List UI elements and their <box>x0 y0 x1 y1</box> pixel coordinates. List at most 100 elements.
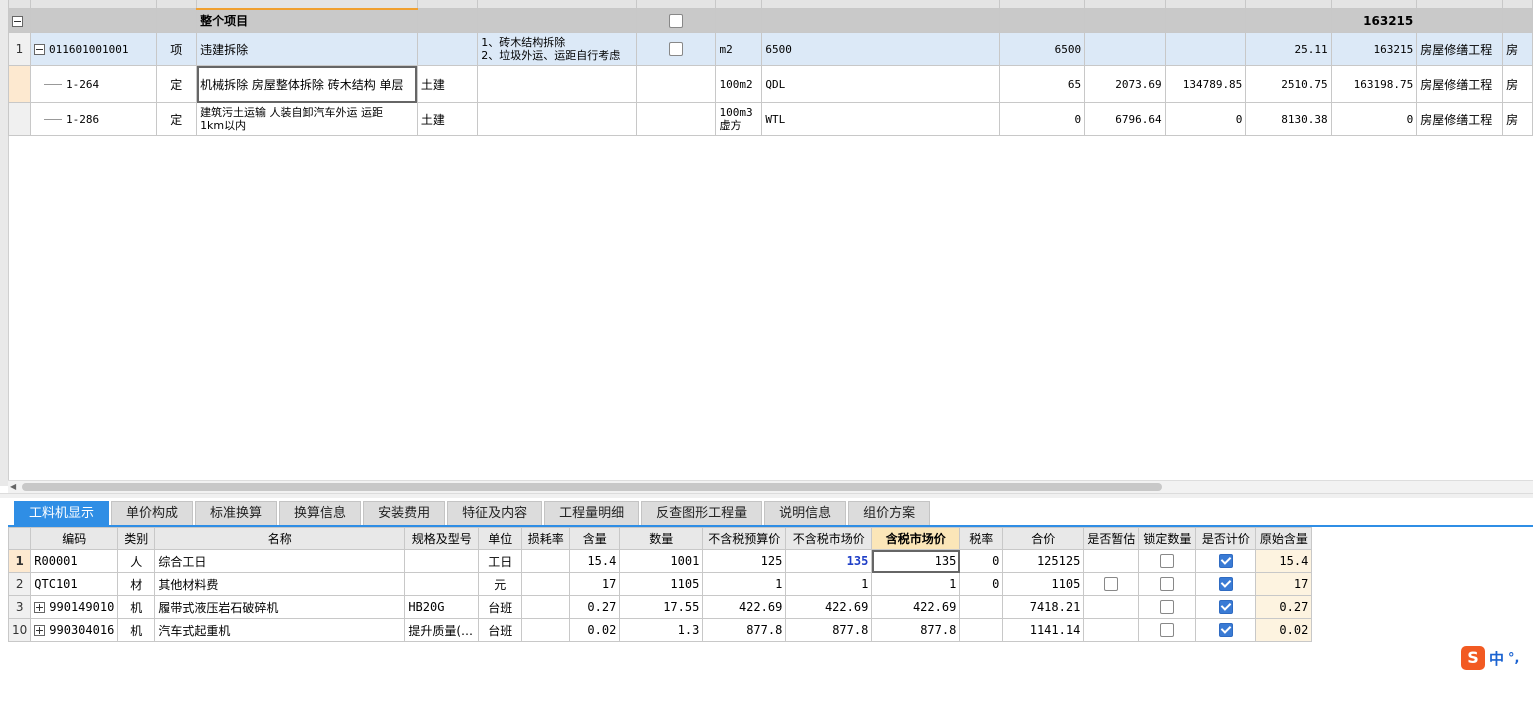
resource-market-tax[interactable]: 877.8 <box>871 618 961 642</box>
checkbox[interactable] <box>669 13 684 28</box>
col-header-total[interactable]: 合价 <box>1002 527 1085 550</box>
scroll-left-icon[interactable]: ◀ <box>10 482 16 491</box>
priced-checkbox[interactable] <box>1218 577 1233 592</box>
tab-labor-material-machine[interactable]: 工料机显示 <box>14 501 110 525</box>
resource-category[interactable]: 机 <box>117 595 156 619</box>
resource-name[interactable]: 履带式液压岩石破碎机 <box>154 595 406 619</box>
table-row[interactable]: 1 011601001001 项 违建拆除 1、砖木结构拆除 2、垃圾外运、运距自… <box>8 32 1533 66</box>
resource-market[interactable]: 135 <box>785 549 873 573</box>
resource-content[interactable]: 0.27 <box>569 595 621 619</box>
collapse-icon[interactable] <box>34 44 45 55</box>
resource-qty[interactable]: 1.3 <box>619 618 704 642</box>
lock-quantity-checkbox[interactable] <box>1160 600 1175 615</box>
expand-icon[interactable] <box>34 625 46 636</box>
col-header-budget[interactable]: 不含税预算价 <box>702 527 787 550</box>
col-header-qty[interactable]: 数量 <box>619 527 704 550</box>
item-expr[interactable]: WTL <box>761 102 1001 136</box>
col-header-market-tax[interactable]: 含税市场价 <box>871 527 961 550</box>
col-header-loss[interactable]: 损耗率 <box>521 527 571 550</box>
table-row[interactable]: 1-264 定 机械拆除 房屋整体拆除 砖木结构 单层 土建 100m2 QDL… <box>8 65 1533 103</box>
priced-checkbox[interactable] <box>1218 600 1233 615</box>
col-header-content[interactable]: 含量 <box>569 527 621 550</box>
col-header-original[interactable]: 原始含量 <box>1255 527 1313 550</box>
col-header-rate[interactable]: 税率 <box>959 527 1004 550</box>
col-header-estimate[interactable]: 是否暂估 <box>1083 527 1140 550</box>
col-header-locked[interactable]: 锁定数量 <box>1138 527 1197 550</box>
resource-code[interactable]: QTC101 <box>30 572 119 596</box>
item-unit[interactable]: 100m2 <box>715 65 763 103</box>
item-unit[interactable]: m2 <box>715 32 763 66</box>
resource-rate[interactable]: 0 <box>959 572 1004 596</box>
resource-market-tax[interactable]: 1 <box>871 572 961 596</box>
item-qty[interactable]: 65 <box>999 65 1086 103</box>
resource-rate[interactable] <box>959 595 1004 619</box>
item-name[interactable]: 建筑污土运输 人装自卸汽车外运 运距 1km以内 <box>196 102 418 136</box>
item-qty[interactable]: 6500 <box>999 32 1086 66</box>
resource-unit[interactable]: 工日 <box>478 549 523 573</box>
item-major[interactable]: 土建 <box>416 102 479 136</box>
item-name[interactable]: 违建拆除 <box>196 32 418 66</box>
col-header-category[interactable]: 类别 <box>117 527 156 550</box>
ime-language-toggle[interactable]: 中 <box>1489 648 1504 669</box>
item-category[interactable]: 房屋修缮工程 <box>1416 32 1504 66</box>
tab-quantity-detail[interactable]: 工程量明细 <box>544 501 640 525</box>
resource-name[interactable]: 其他材料费 <box>154 572 406 596</box>
col-header-priced[interactable]: 是否计价 <box>1195 527 1257 550</box>
checkbox[interactable] <box>669 42 684 57</box>
pane-splitter[interactable] <box>0 493 1533 498</box>
ime-toolbar[interactable]: S 中 °, <box>1461 645 1519 671</box>
item-category[interactable]: 房屋修缮工程 <box>1416 102 1504 136</box>
resource-market-tax[interactable]: 422.69 <box>871 595 961 619</box>
resource-qty[interactable]: 1105 <box>619 572 704 596</box>
item-feature[interactable] <box>477 65 637 103</box>
tab-pricing-plan[interactable]: 组价方案 <box>848 501 931 525</box>
resource-name[interactable]: 综合工日 <box>154 549 406 573</box>
item-major[interactable] <box>416 32 479 66</box>
resource-row[interactable]: 3 990149010 机 履带式液压岩石破碎机 HB20G 台班 0.27 1… <box>7 595 1313 619</box>
resource-unit[interactable]: 元 <box>478 572 523 596</box>
col-header-market[interactable]: 不含税市场价 <box>785 527 873 550</box>
lock-quantity-checkbox[interactable] <box>1160 577 1175 592</box>
resource-market[interactable]: 422.69 <box>785 595 873 619</box>
resource-rate[interactable] <box>959 618 1004 642</box>
col-header-unit[interactable]: 单位 <box>478 527 523 550</box>
resource-row[interactable]: 10 990304016 机 汽车式起重机 提升质量(… 台班 0.02 1.3… <box>7 618 1313 642</box>
item-qty[interactable]: 0 <box>999 102 1086 136</box>
resource-unit[interactable]: 台班 <box>478 595 523 619</box>
item-feature[interactable]: 1、砖木结构拆除 2、垃圾外运、运距自行考虑 <box>477 32 637 66</box>
col-header-name[interactable]: 名称 <box>154 527 406 550</box>
priced-checkbox[interactable] <box>1218 623 1233 638</box>
priced-checkbox[interactable] <box>1218 554 1233 569</box>
expand-icon[interactable] <box>34 602 46 613</box>
col-header-spec[interactable]: 规格及型号 <box>404 527 480 550</box>
item-name[interactable]: 机械拆除 房屋整体拆除 砖木结构 单层 <box>196 65 418 103</box>
resource-category[interactable]: 材 <box>117 572 156 596</box>
resource-unit[interactable]: 台班 <box>478 618 523 642</box>
estimate-checkbox[interactable] <box>1104 577 1119 592</box>
ime-punctuation-toggle[interactable]: °, <box>1508 651 1519 666</box>
horizontal-scrollbar[interactable]: ◀ <box>8 480 1533 493</box>
resource-content[interactable]: 0.02 <box>569 618 621 642</box>
resource-spec[interactable]: 提升质量(… <box>404 618 480 642</box>
lock-quantity-checkbox[interactable] <box>1160 623 1175 638</box>
resource-market[interactable]: 877.8 <box>785 618 873 642</box>
resource-row[interactable]: 2 QTC101 材 其他材料费 元 17 1105 1 1 1 0 1105 … <box>7 572 1313 596</box>
resource-spec[interactable]: HB20G <box>404 595 480 619</box>
item-feature[interactable] <box>477 102 637 136</box>
item-category[interactable]: 房屋修缮工程 <box>1416 65 1504 103</box>
resource-code[interactable]: R00001 <box>30 549 119 573</box>
resource-category[interactable]: 人 <box>117 549 156 573</box>
resource-loss[interactable] <box>521 618 571 642</box>
resource-qty[interactable]: 1001 <box>619 549 704 573</box>
resource-qty[interactable]: 17.55 <box>619 595 704 619</box>
resource-loss[interactable] <box>521 572 571 596</box>
tab-install-fee[interactable]: 安装费用 <box>363 501 446 525</box>
table-row[interactable]: 1-286 定 建筑污土运输 人装自卸汽车外运 运距 1km以内 土建 100m3… <box>8 102 1533 136</box>
item-expr[interactable]: 6500 <box>761 32 1001 66</box>
item-unit[interactable]: 100m3 虚方 <box>715 102 763 136</box>
tab-unit-price[interactable]: 单价构成 <box>111 501 194 525</box>
col-header-code[interactable]: 编码 <box>30 527 119 550</box>
resource-market[interactable]: 1 <box>785 572 873 596</box>
collapse-icon[interactable] <box>12 15 23 27</box>
item-major[interactable]: 土建 <box>416 65 479 103</box>
